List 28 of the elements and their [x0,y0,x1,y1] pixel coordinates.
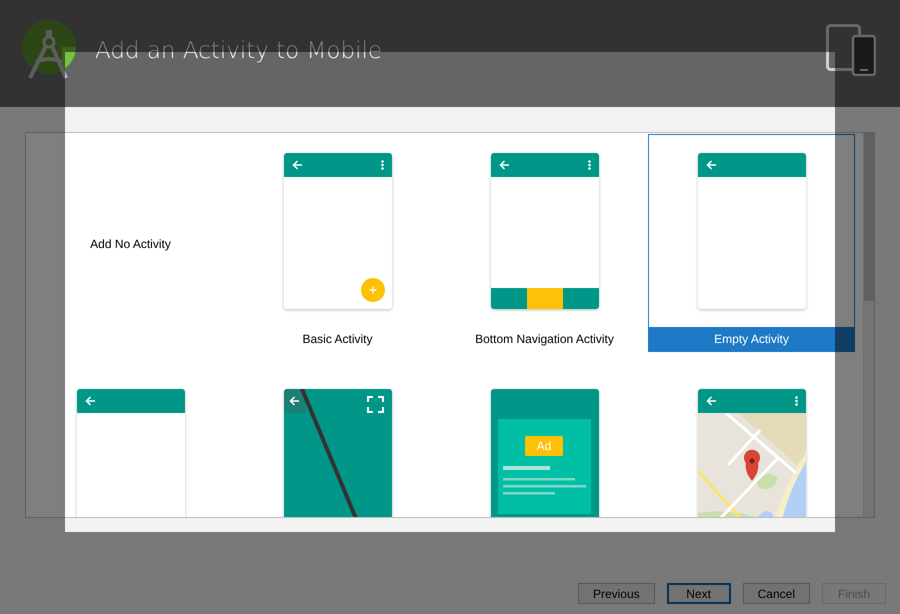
dialog-button[interactable]: Next [666,583,731,604]
template-label: Empty Activity [649,327,854,351]
template-tile[interactable]: Empty Activity [648,134,855,352]
back-arrow-icon [292,160,302,170]
dialog-button[interactable]: Previous [578,583,655,604]
ad-badge: Ad [525,436,563,456]
dialog-button[interactable]: Cancel [742,583,810,604]
back-arrow-icon [498,160,510,170]
back-arrow-icon [289,396,300,406]
text-lines-icon [502,466,586,495]
more-options-icon [380,160,384,170]
template-tile[interactable]: Bottom Navigation Activity [441,134,648,352]
more-options-icon [588,160,590,170]
android-studio-logo-icon [22,20,76,80]
back-arrow-icon [706,160,716,170]
back-arrow-icon [84,396,96,406]
template-label: Bottom Navigation Activity [474,331,615,348]
window-title: Add an Activity to Mobile [95,38,383,64]
back-arrow-icon [706,396,716,406]
fullscreen-icon [366,396,384,413]
devices-icon [826,24,876,76]
template-tile[interactable]: Add No Activity [27,134,234,352]
template-label: Add No Activity [90,237,171,251]
scrollbar[interactable] [863,133,874,517]
add-button-icon [360,278,384,302]
template-label: Basic Activity [301,331,374,348]
template-tile[interactable]: Basic Activity [234,134,441,352]
more-options-icon [794,396,798,406]
